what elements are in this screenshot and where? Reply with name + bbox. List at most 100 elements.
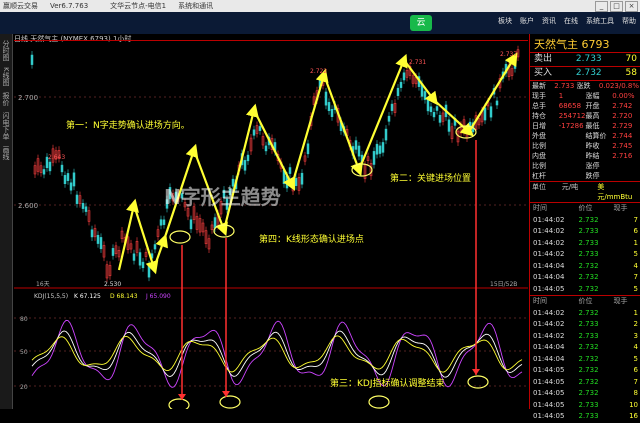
stat-value: [612, 171, 639, 181]
tick-row: 01:44:04 2.732 7: [530, 272, 640, 284]
kdj-tick-20: 20: [20, 384, 28, 391]
candle-body: [153, 244, 157, 250]
menu-sector[interactable]: 板块: [498, 16, 512, 26]
tab-fast-order[interactable]: 闪电下单: [1, 112, 11, 140]
candle-body: [60, 164, 64, 173]
tick-list-1: 01:44:02 2.732 7 01:44:02 2.733 6 01:44:02 2.73…: [530, 215, 640, 296]
tick-time: 01:44:04: [533, 273, 565, 281]
candle-body: [390, 103, 394, 111]
kdj-k-value: K 67.125: [74, 293, 101, 300]
candle-body: [330, 109, 334, 117]
tick-header-2: 时间 价位 现手: [530, 295, 640, 308]
tick-price: 2.732: [578, 354, 599, 363]
minimize-button[interactable]: _: [595, 1, 608, 12]
candle-body: [159, 219, 163, 226]
unit-label: 单位: [532, 183, 546, 191]
candle-body: [81, 203, 85, 209]
trend-arrow: [403, 59, 438, 106]
tick-price: 2.732: [578, 366, 599, 374]
window-titlebar: 赢顺云交易 Ver6.7.763 文华云节点-电信1 系统和通讯 _ □ ×: [0, 0, 640, 12]
tick-volume: 16: [629, 412, 638, 420]
candle-body: [387, 115, 391, 122]
sell-price: 2.733: [575, 54, 602, 64]
candle-body: [63, 175, 67, 185]
stat-row: 日增 -17286 最低 2.729: [530, 121, 640, 131]
stat-label: 现手: [532, 92, 546, 100]
unit-row: 单位 元/吨 美元/mmBtu: [530, 181, 640, 202]
tick-price: 2.732: [578, 343, 599, 351]
kdj-j-value: J 65.090: [145, 293, 171, 300]
tick-volume: 1: [633, 308, 638, 317]
menu-system-tools[interactable]: 系统工具: [586, 16, 614, 26]
candle-body: [96, 234, 100, 244]
kline-chart[interactable]: 2.700 2.600 2.643 2.722 2.731 2.737 2.53…: [14, 40, 528, 412]
tick-time: 01:44:05: [533, 284, 565, 293]
highlight-circle: [169, 230, 191, 244]
menu-online[interactable]: 在线: [564, 16, 578, 26]
tick-row: 01:44:05 2.732 6: [530, 365, 640, 377]
candle-body: [429, 106, 433, 113]
tick-time: 01:44:05: [533, 366, 565, 374]
tick-time: 01:44:04: [533, 354, 565, 363]
stat-value: [559, 131, 586, 141]
candle-body: [375, 143, 379, 155]
tick-row: 01:44:02 2.732 7: [530, 215, 640, 227]
watermark-text: N字形主趋势: [164, 185, 281, 209]
stat-value: 254712: [558, 112, 586, 120]
tick-volume: 7: [633, 215, 638, 224]
candle-body: [189, 219, 193, 230]
candle-body: [399, 81, 403, 88]
tab-drawing[interactable]: 画线: [1, 146, 11, 160]
tick-price: 2.732: [578, 273, 599, 281]
candle-body: [66, 173, 70, 181]
candle-body: [69, 182, 73, 191]
menu-news[interactable]: 资讯: [542, 16, 556, 26]
stat-value: 0.023/0.8%: [598, 82, 639, 90]
maximize-button[interactable]: □: [610, 1, 623, 12]
tab-quote[interactable]: 报价: [1, 92, 11, 106]
candle-body: [72, 172, 76, 187]
sell-row[interactable]: 卖出 2.733 70: [530, 53, 640, 66]
menu-account[interactable]: 账户: [520, 16, 534, 26]
tick-row: 01:44:02 2.733 6: [530, 226, 640, 238]
tick-time: 01:44:05: [533, 412, 565, 420]
annotation-kdj: 第三：KDJ指标确认调整结束: [330, 377, 445, 389]
tab-timeshare[interactable]: 分时图: [1, 40, 11, 61]
close-button[interactable]: ×: [625, 1, 638, 12]
tick-col-volume: 现手: [613, 204, 628, 212]
candle-body: [384, 128, 388, 141]
system-link[interactable]: 系统和通讯: [178, 1, 213, 11]
unit-currency: 美元/mmBtu: [597, 183, 633, 201]
tab-kline[interactable]: K线图: [1, 67, 11, 86]
stat-value: [559, 141, 586, 151]
stat-value: [559, 171, 586, 181]
candle-body: [324, 91, 328, 106]
menu-help[interactable]: 帮助: [622, 16, 636, 26]
stat-label: 内盘: [532, 152, 546, 160]
chart-svg: 2.700 2.600 2.643 2.722 2.731 2.737 2.53…: [14, 40, 528, 412]
kdj-d-value: D 68.143: [110, 293, 138, 300]
stat-value: 1: [558, 92, 564, 100]
sell-label: 卖出: [534, 54, 553, 64]
buy-volume: 58: [625, 68, 637, 78]
candle-body: [372, 151, 376, 165]
buy-row[interactable]: 买入 2.732 58: [530, 66, 640, 80]
tick-col-volume: 现手: [613, 297, 628, 305]
stat-value: 2.733: [554, 82, 575, 90]
tick-time: 01:44:02: [533, 320, 565, 328]
stat-value: [612, 161, 639, 171]
stats-table: 最新 2.733 涨跌 0.023/0.8% 现手 1 涨幅 0.00% 总手 68658 开盘 2.…: [530, 80, 640, 181]
sell-volume: 70: [625, 54, 637, 64]
stat-label: 最高: [585, 112, 600, 120]
candle-body: [426, 99, 430, 112]
stat-label: 最低: [585, 122, 600, 130]
tick-price: 2.733: [578, 320, 599, 328]
tick-volume: 5: [633, 354, 638, 363]
trend-arrow: [290, 68, 329, 186]
stat-row: 内盘 昨结 2.716: [530, 151, 640, 161]
tick-time: 01:44:05: [533, 377, 565, 386]
tick-price: 2.732: [578, 377, 599, 386]
stat-row: 比例 昨收 2.745: [530, 141, 640, 151]
candle-body: [141, 261, 145, 269]
kdj-tick-80: 80: [20, 316, 28, 323]
